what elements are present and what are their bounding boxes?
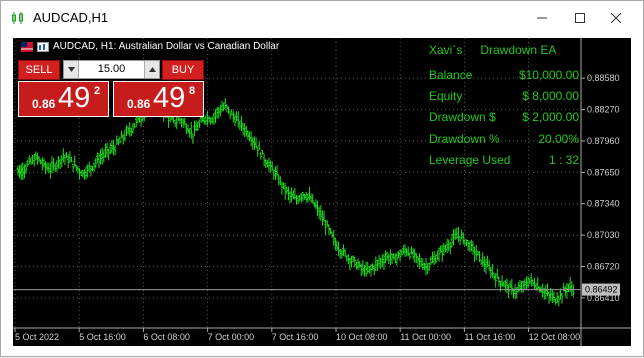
y-tick-label: 0.88580: [587, 73, 620, 83]
ea-title: Xavi`s Drawdown EA: [429, 43, 574, 57]
sell-quote-fraction: 2: [94, 85, 101, 97]
x-tick-label: 7 Oct 16:00: [272, 332, 319, 342]
arrow-up-icon: [148, 67, 156, 72]
ea-row-value: $10,000.00: [518, 68, 579, 82]
chart-header-text: AUDCAD, H1: Australian Dollar vs Canadia…: [53, 41, 280, 52]
ea-row-leverage: Leverage Used 1 : 32: [429, 153, 579, 169]
one-click-trading-panel: SELL 15.00 BUY 0.86 49 2 0.86 49 8: [18, 58, 207, 118]
buy-quote-pips: 49: [153, 82, 186, 114]
x-tick-label: 5 Oct 16:00: [79, 332, 126, 342]
y-tick-label: 0.87650: [587, 167, 620, 177]
ea-row-balance: Balance $10,000.00: [429, 68, 579, 84]
sell-quote[interactable]: 0.86 49 2: [18, 81, 109, 117]
sell-button[interactable]: SELL: [18, 60, 60, 80]
ea-row-label: Equity: [429, 89, 463, 103]
chart-header: AUDCAD, H1: Australian Dollar vs Canadia…: [21, 41, 279, 52]
x-tick-label: 10 Oct 08:00: [336, 332, 388, 342]
y-tick-label: 0.87030: [587, 230, 620, 240]
buy-quote-prefix: 0.86: [127, 97, 151, 111]
x-tick-label: 11 Oct 16:00: [464, 332, 515, 342]
lot-increase-button[interactable]: [144, 61, 159, 78]
y-tick-label: 0.87960: [587, 136, 620, 146]
ea-row-value: $ 2,000.00: [522, 110, 579, 124]
ea-row-label: Balance: [429, 68, 473, 82]
x-tick-label: 5 Oct 2022: [15, 332, 59, 342]
buy-quote-fraction: 8: [189, 85, 196, 97]
arrow-down-icon: [67, 67, 75, 72]
ea-row-label: Drawdown %: [429, 132, 500, 146]
y-tick-label: 0.86720: [587, 261, 620, 271]
lot-decrease-button[interactable]: [64, 61, 79, 78]
ea-row-value: 20.00%: [538, 132, 579, 146]
ea-title-author: Xavi`s: [429, 43, 463, 57]
y-tick-label: 0.87340: [587, 199, 620, 209]
x-tick-label: 7 Oct 00:00: [208, 332, 255, 342]
lot-size-input[interactable]: 15.00: [80, 63, 143, 75]
ea-row-label: Drawdown $: [429, 110, 496, 124]
ea-row-label: Leverage Used: [429, 153, 511, 167]
x-tick-label: 6 Oct 08:00: [143, 332, 190, 342]
sell-quote-pips: 49: [58, 82, 91, 114]
current-price-label: 0.86492: [585, 285, 618, 295]
ea-title-name: Drawdown EA: [480, 43, 557, 57]
x-tick-label: 11 Oct 00:00: [400, 332, 451, 342]
flag-icon: [21, 41, 33, 52]
ea-row-drawdown-percent: Drawdown % 20.00%: [429, 132, 579, 148]
buy-button[interactable]: BUY: [162, 60, 204, 80]
lot-size-stepper[interactable]: 15.00: [63, 60, 160, 79]
x-tick-label: 12 Oct 08:00: [529, 332, 581, 342]
chart-window: AUDCAD,H1 0.88580 0.88270 0.87960 0.87650 0.…: [0, 0, 644, 357]
ea-row-equity: Equity $ 8,000.00: [429, 89, 579, 105]
sell-quote-prefix: 0.86: [32, 97, 56, 111]
y-tick-label: 0.88270: [587, 105, 620, 115]
ea-row-value: 1 : 32: [548, 153, 579, 167]
ea-row-drawdown-amount: Drawdown $ $ 2,000.00: [429, 110, 579, 126]
buy-quote[interactable]: 0.86 49 8: [113, 81, 204, 117]
trade-settings-icon[interactable]: [37, 41, 49, 52]
ea-row-value: $ 8,000.00: [522, 89, 579, 103]
